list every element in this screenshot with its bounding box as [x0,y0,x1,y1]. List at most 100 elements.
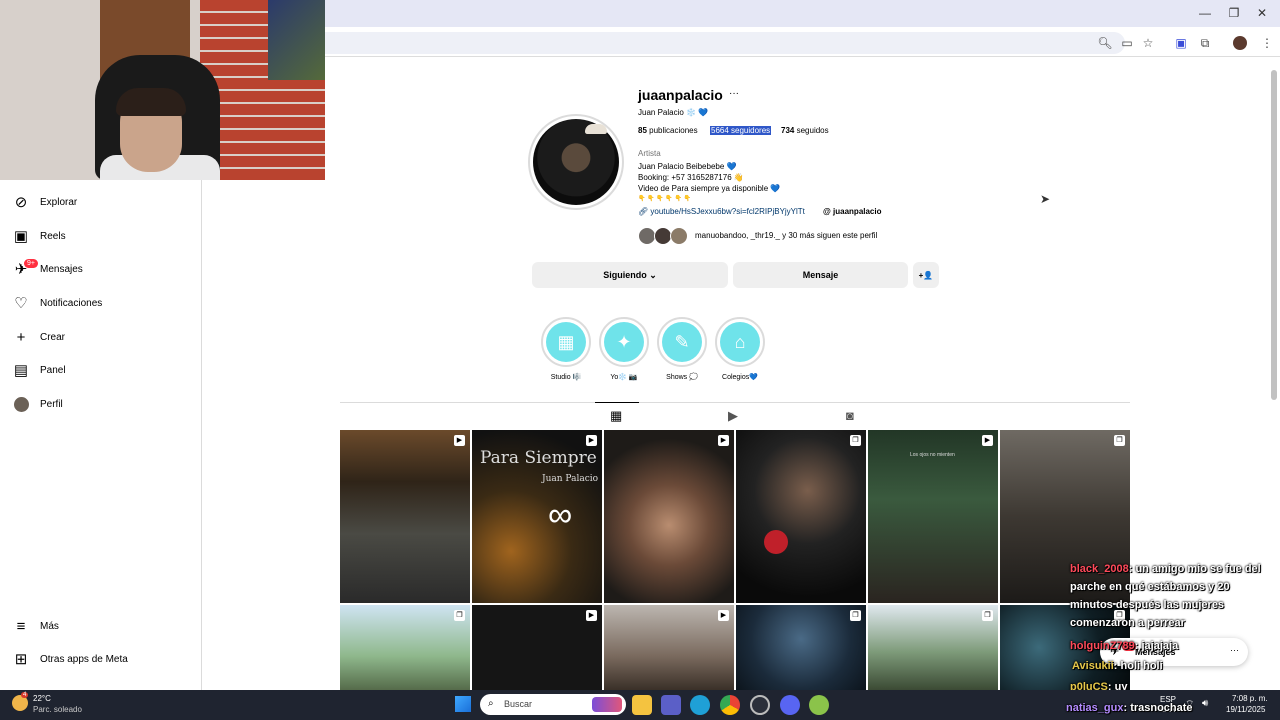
bio-line: Booking: +57 3165287176 👋 [638,173,744,182]
post-thumbnail[interactable]: ▶ Los ojos no mienten [868,430,998,603]
grid-tab-icon[interactable]: ▦ [610,408,622,424]
profile-full-name: Juan Palacio ❄️ 💙 [638,108,709,117]
threads-icon: @ [823,207,834,216]
post-thumbnail[interactable]: ❐ [340,605,470,690]
extension-icon[interactable]: ▣ [1172,34,1190,52]
infinity-mark: ∞ [548,496,573,534]
reels-icon: ▣ [13,228,29,245]
browser-menu-icon[interactable]: ⋮ [1258,34,1276,52]
sidebar-item-crear[interactable]: + Crear [12,323,65,351]
wall-poster [268,0,325,80]
suggest-users-button[interactable]: +👤 [913,262,939,288]
threads-link[interactable]: @ juaanpalacio [823,207,882,216]
chat-message: comenzaron a perrear [1070,617,1185,629]
bio-line: Juan Palacio Beibebebe 💙 [638,162,737,171]
chat-user: holguinZ789 [1070,640,1135,652]
post-subtitle: Juan Palacio [542,474,599,484]
chrome-icon[interactable] [720,695,740,715]
file-explorer-icon[interactable] [632,695,652,715]
address-bar[interactable] [325,32,1125,54]
chat-user: black_2008 [1070,563,1129,575]
clock-time[interactable]: 7:08 p. m. [1232,694,1268,703]
sidebar-meta-apps[interactable]: ⊞ Otras apps de Meta [12,645,128,673]
post-thumbnail[interactable]: ▶ [340,430,470,603]
browser-titlebar [325,0,1280,27]
post-thumbnail[interactable]: ▶ Para Siempre Juan Palacio ∞ [472,430,602,603]
clock-date[interactable]: 19/11/2025 [1226,705,1265,714]
highlight-shows[interactable]: ✎ [657,317,707,367]
puzzle-icon[interactable]: ⧉ [1196,34,1214,52]
edge-icon[interactable] [690,695,710,715]
chat-text: : jajajaja [1134,640,1179,652]
sidebar-item-label: Crear [40,331,66,343]
profile-link[interactable]: 🔗︎ youtube/HsSJexxu6bw?si=fcl2RIPjBYjyYl… [638,207,805,216]
sidebar-item-mensajes[interactable]: ✈ Mensajes [12,255,83,283]
reels-tab-icon[interactable]: ▶ [728,408,738,424]
post-thumbnail[interactable]: ▶ [604,430,734,603]
volume-icon[interactable]: 🔊︎ [1202,698,1208,709]
post-thumbnail[interactable]: ▶ [604,605,734,690]
sidebar-item-perfil[interactable]: Perfil [12,390,63,418]
post-thumbnail[interactable]: ❐ [736,605,866,690]
sidebar-more[interactable]: ≡ Más [12,612,59,640]
sidebar-item-notificaciones[interactable]: ♡ Notificaciones [12,289,102,317]
post-caption: Los ojos no mienten [910,452,955,458]
following-button[interactable]: Siguiendo ⌄ [532,262,728,288]
obs-icon[interactable] [750,695,770,715]
profile-options-icon[interactable]: ··· [729,88,739,99]
xbox-icon[interactable] [809,695,829,715]
profile-username: juaanpalacio [638,87,723,103]
reel-icon: ▶ [982,435,993,446]
mouse-cursor-icon: ➤ [1040,192,1051,206]
discord-icon[interactable] [780,695,800,715]
microphone-icon: ✎ [662,322,702,362]
close-button[interactable]: ✕ [1252,6,1272,20]
bookmark-star-icon[interactable]: ☆ [1139,34,1157,52]
followers-stat[interactable]: 5664 seguidores [710,126,772,135]
plus-icon: + [16,328,26,346]
carousel-icon: ❐ [850,435,861,446]
chat-text: : un amigo mio se fue del [1128,563,1261,575]
spiderman-mask [764,530,788,554]
highlight-label: Yo❄️ 📷 [610,374,638,381]
followed-by-avatars[interactable] [638,227,692,245]
followed-by-text[interactable]: manuobandoo, _thr19._ y 30 más siguen es… [695,231,877,240]
cast-icon[interactable]: ▭ [1118,34,1136,52]
chat-message: black_2008: un amigo mio se fue del [1070,563,1261,575]
reel-icon: ▶ [718,435,729,446]
highlight-studio[interactable]: ▦ [541,317,591,367]
sidebar-item-reels[interactable]: ▣ Reels [12,222,66,250]
following-stat[interactable]: 734 seguidos [781,126,829,135]
post-thumbnail[interactable]: ❐ [736,430,866,603]
post-thumbnail[interactable]: ▶ [472,605,602,690]
avatar-icon [12,395,30,413]
reel-icon: ▶ [586,435,597,446]
page-scrollbar[interactable] [1271,70,1277,400]
sidebar-item-explorar[interactable]: ⊘ Explorar [12,188,78,216]
minimize-button[interactable]: — [1195,6,1215,20]
sidebar-item-label: Notificaciones [40,297,103,309]
zoom-icon[interactable]: 🔍︎ [1096,34,1114,52]
sidebar-item-label: Otras apps de Meta [40,653,128,665]
browser-profile-avatar[interactable] [1233,36,1247,50]
post-thumbnail[interactable]: ❐ [868,605,998,690]
taskbar-search[interactable]: ⌕ Buscar [480,694,626,715]
grid-apps-icon: ⊞ [14,651,28,668]
teams-icon[interactable] [661,695,681,715]
sidebar-item-panel[interactable]: ▤ Panel [12,356,66,384]
windows-start-icon[interactable] [455,696,471,712]
message-button[interactable]: Mensaje [733,262,908,288]
reel-icon: ▶ [454,435,465,446]
reel-icon: ▶ [718,610,729,621]
post-thumbnail[interactable]: ❐ [1000,430,1130,603]
highlight-colegios[interactable]: ⌂ [715,317,765,367]
profile-category: Artista [638,149,661,158]
restore-button[interactable]: ❐ [1224,6,1244,20]
highlight-yo[interactable]: ✦ [599,317,649,367]
search-highlight-image [592,697,622,712]
bio-line: Video de Para siempre ya disponible 💙 [638,184,781,193]
tagged-tab-icon[interactable]: ◙ [846,408,854,423]
profile-avatar[interactable] [528,114,624,210]
posts-count: 85 [638,126,647,135]
sidebar-item-label: Reels [40,230,66,242]
